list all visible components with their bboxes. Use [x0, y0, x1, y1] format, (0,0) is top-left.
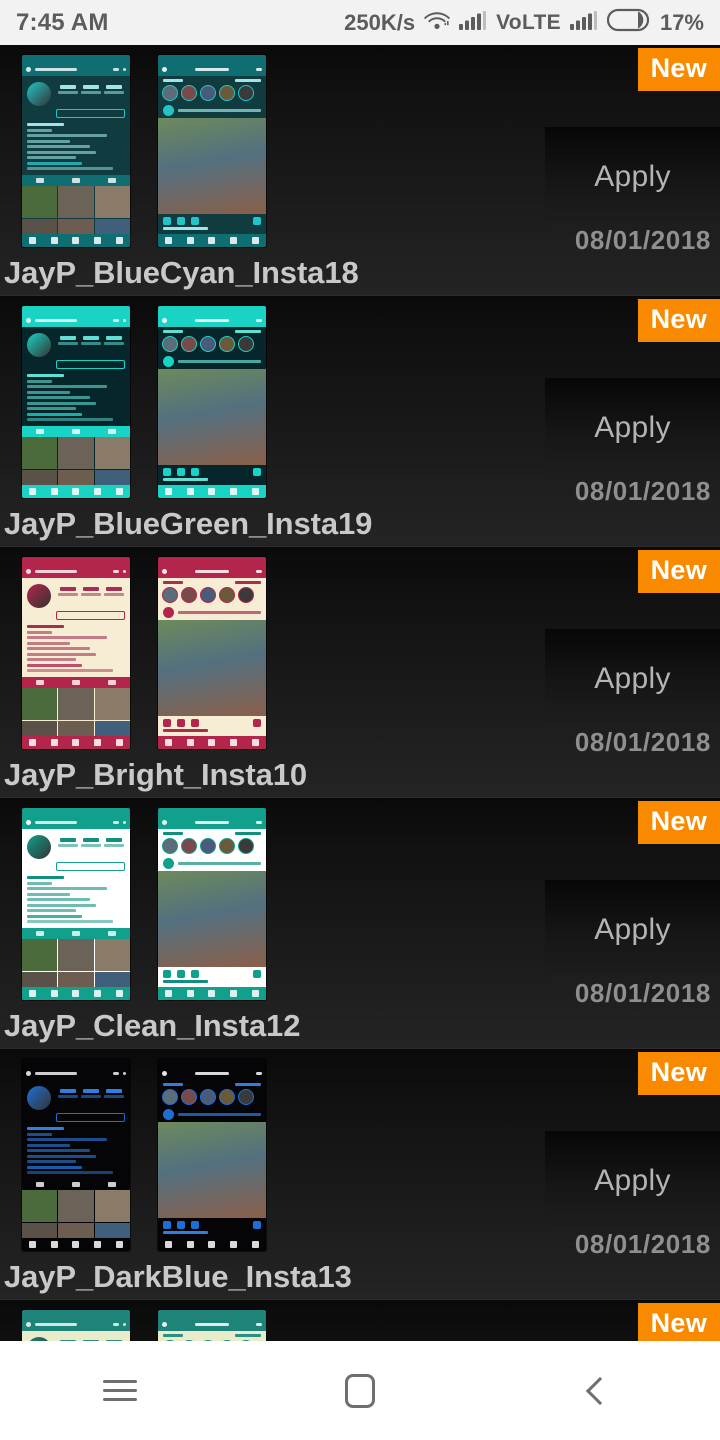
theme-preview-profile [22, 1059, 130, 1251]
home-square-icon [345, 1373, 375, 1408]
theme-preview-profile [22, 557, 130, 749]
list-item[interactable]: New Apply 08/01/2018 JayP_Clean_Insta12 [0, 798, 720, 1049]
theme-preview-feed [158, 808, 266, 1000]
volte-label: VoLTE [496, 10, 561, 34]
list-item[interactable]: New Apply 08/01/2018 JayP_DarkBlue_Insta… [0, 1049, 720, 1300]
new-badge: New [637, 550, 720, 593]
status-bar: 7:45 AM 250K/s VoLTE 17% [0, 0, 720, 45]
network-speed-label: 250K/s [344, 9, 416, 35]
theme-preview-feed [158, 1310, 266, 1341]
theme-title: JayP_BlueCyan_Insta18 [4, 255, 359, 290]
apply-button[interactable]: Apply [545, 629, 720, 729]
theme-title: JayP_Bright_Insta10 [4, 757, 308, 792]
new-badge: New [637, 801, 720, 844]
theme-date: 08/01/2018 [574, 1229, 711, 1259]
list-item[interactable]: New Apply 08/01/2018 JayP_BlueCyan_Insta… [0, 45, 720, 296]
theme-preview-thumbnails[interactable] [22, 1310, 266, 1341]
status-bar-indicators: 250K/s VoLTE 17% [344, 8, 704, 37]
list-item[interactable]: New Apply 08/01/2018 JayP_Bright_Insta10 [0, 547, 720, 798]
wifi-icon [424, 10, 451, 35]
status-bar-clock: 7:45 AM [16, 8, 109, 36]
list-item[interactable]: New [0, 1300, 720, 1341]
battery-icon [606, 8, 651, 37]
theme-preview-thumbnails[interactable] [22, 1059, 266, 1251]
theme-preview-thumbnails[interactable] [22, 557, 266, 749]
theme-preview-thumbnails[interactable] [22, 55, 266, 247]
new-badge: New [637, 299, 720, 342]
back-button[interactable] [540, 1341, 660, 1440]
theme-preview-profile [22, 55, 130, 247]
apply-button[interactable]: Apply [545, 880, 720, 980]
new-badge: New [637, 1303, 720, 1341]
list-item[interactable]: New Apply 08/01/2018 JayP_BlueGreen_Inst… [0, 296, 720, 547]
theme-title: JayP_Clean_Insta12 [4, 1008, 301, 1043]
theme-preview-thumbnails[interactable] [22, 306, 266, 498]
system-navigation-bar [0, 1341, 720, 1440]
new-badge: New [637, 1052, 720, 1095]
menu-button[interactable] [60, 1341, 180, 1440]
theme-date: 08/01/2018 [574, 978, 711, 1008]
battery-percent-label: 17% [659, 9, 704, 35]
theme-list[interactable]: New Apply 08/01/2018 JayP_BlueCyan_Insta… [0, 45, 720, 1341]
home-button[interactable] [300, 1341, 420, 1440]
theme-title: JayP_DarkBlue_Insta13 [4, 1259, 352, 1294]
hamburger-menu-icon [103, 1374, 137, 1407]
theme-preview-profile [22, 306, 130, 498]
theme-preview-feed [158, 306, 266, 498]
theme-date: 08/01/2018 [574, 727, 711, 757]
theme-title: JayP_BlueGreen_Insta19 [4, 506, 373, 541]
theme-preview-thumbnails[interactable] [22, 808, 266, 1000]
app-root: 7:45 AM 250K/s VoLTE 17% New Apply 08/01… [0, 0, 720, 1440]
theme-preview-profile [22, 1310, 130, 1341]
theme-date: 08/01/2018 [574, 225, 711, 255]
apply-button[interactable]: Apply [545, 378, 720, 478]
theme-preview-feed [158, 557, 266, 749]
theme-preview-feed [158, 1059, 266, 1251]
theme-preview-profile [22, 808, 130, 1000]
apply-button[interactable]: Apply [545, 1131, 720, 1231]
new-badge: New [637, 48, 720, 91]
back-chevron-icon [585, 1376, 615, 1405]
apply-button[interactable]: Apply [545, 127, 720, 227]
theme-preview-feed [158, 55, 266, 247]
signal-bars-icon [459, 10, 487, 35]
signal-bars-icon [569, 10, 598, 35]
theme-date: 08/01/2018 [574, 476, 711, 506]
